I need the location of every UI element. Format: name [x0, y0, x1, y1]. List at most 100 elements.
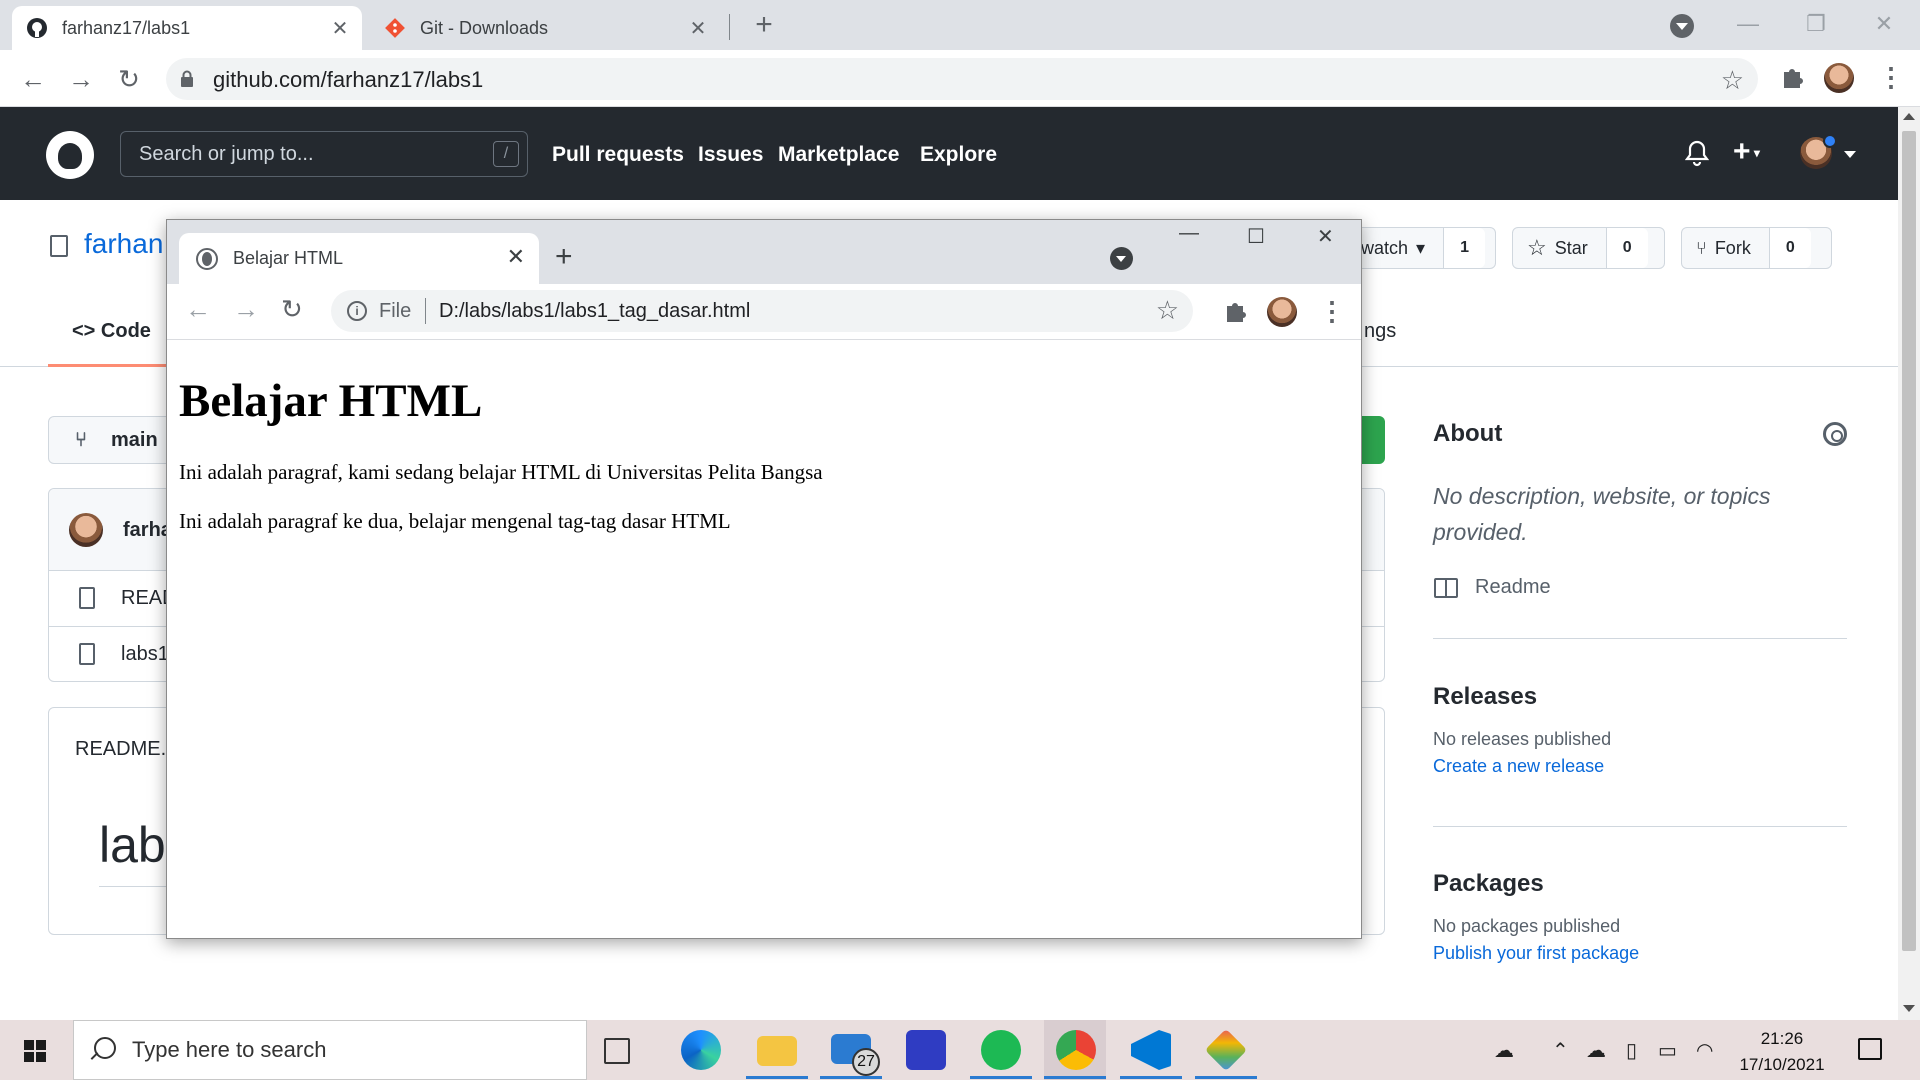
nav-pull-requests[interactable]: Pull requests: [552, 143, 684, 167]
close-window-button[interactable]: ✕: [1864, 8, 1904, 40]
popup-browser-window: Belajar HTML ✕ + — ☐ ✕ ← → ↻ i File D:/l…: [166, 219, 1362, 939]
create-release-link[interactable]: Create a new release: [1433, 756, 1847, 777]
watch-count: 1: [1443, 228, 1485, 268]
url-text: D:/labs/labs1/labs1_tag_dasar.html: [439, 300, 751, 322]
page-scrollbar[interactable]: [1898, 107, 1920, 1020]
taskbar-search-input[interactable]: Type here to search: [73, 1020, 587, 1080]
address-bar[interactable]: github.com/farhanz17/labs1 ☆: [166, 58, 1758, 100]
info-icon[interactable]: i: [347, 301, 367, 321]
forward-button[interactable]: →: [233, 294, 259, 325]
branch-selector[interactable]: ⑂ main: [48, 416, 178, 464]
chrome-taskbar-icon[interactable]: [1056, 1030, 1096, 1070]
profile-avatar[interactable]: [1824, 63, 1854, 93]
repo-owner-link[interactable]: farhan: [84, 228, 163, 260]
minimize-button[interactable]: —: [1179, 222, 1199, 245]
minimize-button[interactable]: —: [1728, 8, 1768, 40]
scroll-thumb[interactable]: [1902, 131, 1916, 951]
releases-title[interactable]: Releases: [1433, 683, 1847, 711]
no-releases-text: No releases published: [1433, 729, 1612, 749]
nav-explore[interactable]: Explore: [920, 143, 997, 167]
tab-title: Git - Downloads: [420, 17, 549, 38]
close-tab-icon[interactable]: ✕: [507, 244, 525, 270]
extensions-puzzle-icon[interactable]: [1219, 296, 1251, 328]
wifi-icon[interactable]: ◠: [1696, 1038, 1713, 1063]
lock-icon: [181, 70, 193, 87]
watch-button[interactable]: watch ▾ 1: [1340, 227, 1496, 269]
nav-marketplace[interactable]: Marketplace: [778, 143, 899, 167]
tab-search-button[interactable]: [1110, 247, 1133, 270]
extensions-puzzle-icon[interactable]: [1776, 62, 1808, 94]
paragraph: Ini adalah paragraf, kami sedang belajar…: [179, 460, 823, 484]
gear-icon[interactable]: [1823, 422, 1847, 446]
chevron-down-icon[interactable]: [1844, 151, 1856, 158]
edge-browser-icon[interactable]: [681, 1030, 721, 1070]
close-window-button[interactable]: ✕: [1317, 224, 1334, 249]
chrome-menu-icon[interactable]: ⋮: [1319, 296, 1345, 328]
star-button[interactable]: ☆ Star 0: [1512, 227, 1665, 269]
tab-settings[interactable]: ngs: [1364, 320, 1396, 343]
profile-avatar[interactable]: [1267, 297, 1297, 327]
github-search-input[interactable]: Search or jump to... /: [120, 131, 528, 177]
bookmark-star-icon[interactable]: ☆: [1721, 65, 1744, 96]
file-explorer-icon[interactable]: [757, 1036, 797, 1066]
reload-button[interactable]: ↻: [281, 294, 303, 325]
url-text: github.com/farhanz17/labs1: [213, 67, 484, 92]
close-tab-icon[interactable]: ✕: [328, 16, 352, 40]
publish-package-link[interactable]: Publish your first package: [1433, 943, 1847, 964]
nav-issues[interactable]: Issues: [698, 143, 763, 167]
commit-author[interactable]: farha: [123, 519, 172, 542]
back-button[interactable]: ←: [16, 62, 50, 96]
fork-label: Fork: [1714, 237, 1751, 258]
readme-filename: README.r: [75, 738, 173, 760]
battery-icon[interactable]: ▭: [1658, 1038, 1677, 1063]
chevron-up-icon[interactable]: ⌃: [1552, 1038, 1569, 1063]
notification-center-icon[interactable]: [1858, 1038, 1882, 1060]
tab-code[interactable]: <> Code: [72, 320, 151, 343]
windows-start-icon[interactable]: [24, 1040, 46, 1062]
task-view-icon[interactable]: [604, 1038, 630, 1064]
tab-git-downloads[interactable]: Git - Downloads ✕: [370, 6, 720, 50]
onedrive-icon[interactable]: ☁: [1586, 1038, 1606, 1063]
tab-belajar-html[interactable]: Belajar HTML ✕: [179, 233, 539, 284]
bookmark-star-icon[interactable]: ☆: [1156, 295, 1179, 326]
readme-link[interactable]: Readme: [1475, 576, 1889, 599]
create-new-dropdown[interactable]: + ▾: [1733, 135, 1760, 169]
scroll-up-arrow-icon[interactable]: [1903, 113, 1915, 120]
vscode-icon[interactable]: [1131, 1030, 1171, 1070]
close-tab-icon[interactable]: ✕: [686, 16, 710, 40]
back-button[interactable]: ←: [185, 294, 211, 325]
tab-title: Belajar HTML: [233, 248, 344, 268]
new-tab-button[interactable]: +: [748, 10, 780, 42]
tab-github-repo[interactable]: farhanz17/labs1 ✕: [12, 6, 362, 50]
device-icon[interactable]: ▯: [1626, 1038, 1637, 1063]
restore-button[interactable]: ❐: [1796, 8, 1836, 40]
reload-button[interactable]: ↻: [112, 62, 146, 96]
packages-section: Packages No packages published Publish y…: [1433, 870, 1847, 964]
vscode-alt-icon[interactable]: [906, 1030, 946, 1070]
new-tab-button[interactable]: +: [555, 240, 573, 274]
weather-icon[interactable]: ☁: [1494, 1038, 1514, 1063]
clock-time: 21:26: [1760, 1029, 1804, 1048]
code-icon: <>: [72, 320, 96, 342]
gitkraken-icon[interactable]: [1204, 1028, 1248, 1072]
packages-title[interactable]: Packages: [1433, 870, 1847, 898]
file-name[interactable]: labs1: [121, 643, 169, 665]
chrome-menu-icon[interactable]: ⋮: [1878, 62, 1904, 94]
tab-search-button[interactable]: [1670, 14, 1694, 38]
forward-button[interactable]: →: [64, 62, 98, 96]
about-description: No description, website, or topics provi…: [1433, 483, 1771, 545]
scroll-down-arrow-icon[interactable]: [1903, 1005, 1915, 1012]
commit-author-avatar[interactable]: [69, 513, 103, 547]
system-clock[interactable]: 21:26 17/10/2021: [1730, 1026, 1834, 1078]
spotify-icon[interactable]: [981, 1030, 1021, 1070]
repo-icon: [50, 235, 68, 257]
divider: [1433, 638, 1847, 639]
status-dot: [1823, 134, 1837, 148]
fork-button[interactable]: ⑂ Fork 0: [1681, 227, 1832, 269]
maximize-button[interactable]: ☐: [1247, 224, 1265, 249]
star-icon: ☆: [1527, 235, 1547, 260]
tab-code-label: Code: [100, 320, 151, 342]
notifications-bell-icon[interactable]: [1685, 139, 1709, 167]
address-bar[interactable]: i File D:/labs/labs1/labs1_tag_dasar.htm…: [331, 290, 1193, 332]
github-logo-icon[interactable]: [46, 131, 94, 179]
